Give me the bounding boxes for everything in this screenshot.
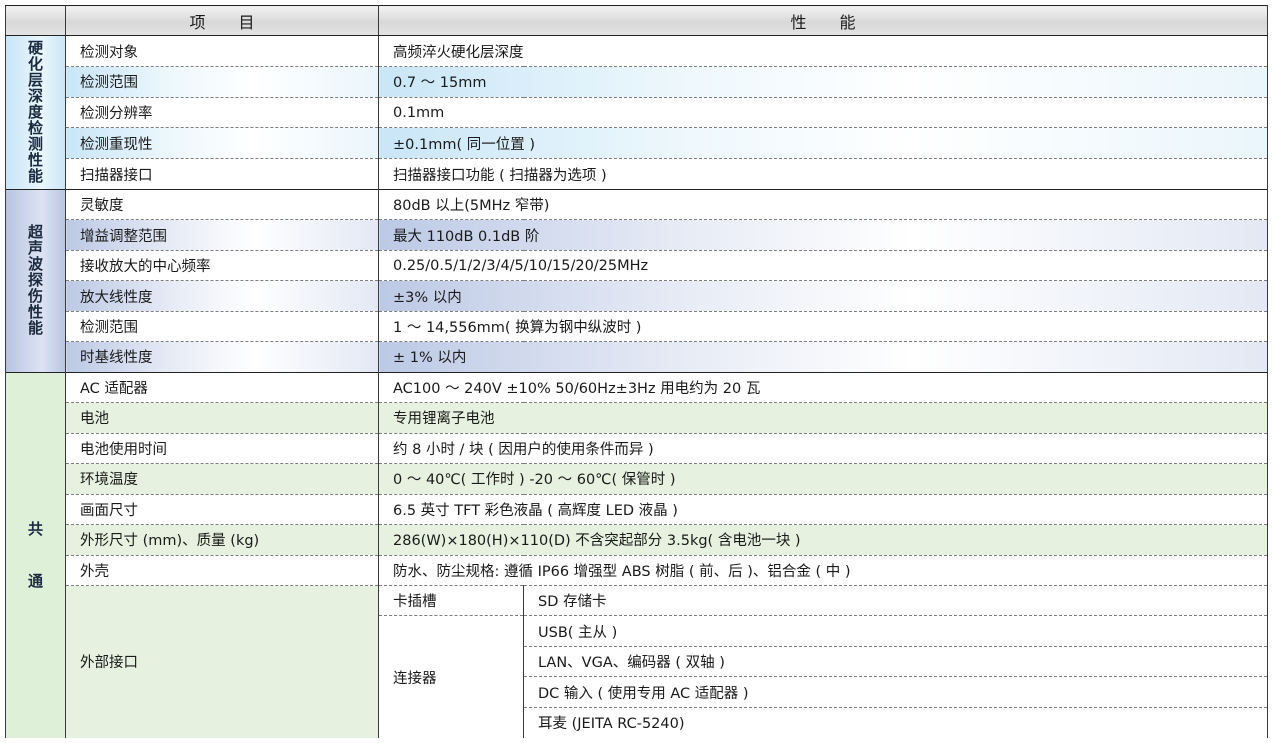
interface-item: 外部接口 <box>65 584 379 738</box>
row-value: 约 8 小时 / 块 ( 因用户的使用条件而异 ) <box>378 432 1268 464</box>
row-value: 6.5 英寸 TFT 彩色液晶 ( 高辉度 LED 液晶 ) <box>378 493 1268 525</box>
table-row: 时基线性度 ± 1% 以内 <box>6 341 1268 373</box>
row-value: ± 1% 以内 <box>378 341 1268 373</box>
row-value: 扫描器接口功能 ( 扫描器为选项 ) <box>378 158 1268 190</box>
connector-value: USB( 主从 ) <box>523 615 1268 647</box>
table-row: 检测分辨率 0.1mm <box>6 96 1268 128</box>
row-item: 电池 <box>65 402 379 434</box>
connector-value: DC 输入 ( 使用专用 AC 适配器 ) <box>523 676 1268 708</box>
row-value: 专用锂离子电池 <box>378 402 1268 434</box>
connector-label: 连接器 <box>378 615 524 738</box>
card-slot-label: 卡插槽 <box>378 584 524 616</box>
row-item: 电池使用时间 <box>65 432 379 464</box>
row-value: 0.7 ～ 15mm <box>378 66 1268 98</box>
row-value: 80dB 以上(5MHz 窄带) <box>378 188 1268 220</box>
row-item: 外壳 <box>65 554 379 586</box>
table-row: 接收放大的中心频率 0.25/0.5/1/2/3/4/5/10/15/20/25… <box>6 249 1268 281</box>
row-item: 增益调整范围 <box>65 219 379 251</box>
row-item: 检测对象 <box>65 35 379 67</box>
row-item: 放大线性度 <box>65 280 379 312</box>
row-value: 高频淬火硬化层深度 <box>378 35 1268 67</box>
row-value: ±0.1mm( 同一位置 ) <box>378 127 1268 159</box>
header-blank <box>5 4 66 37</box>
table-row: 扫描器接口 扫描器接口功能 ( 扫描器为选项 ) <box>6 158 1268 190</box>
table-row: 外部接口 卡插槽 SD 存储卡 <box>6 584 1268 738</box>
row-item: 外形尺寸 (mm)、质量 (kg) <box>65 524 379 556</box>
connector-value: 耳麦 (JEITA RC-5240) <box>523 706 1268 738</box>
table-row: 检测范围 0.7 ～ 15mm <box>6 66 1268 98</box>
spec-table: 项 目 性 能 硬化层深度检测性能 检测对象 高频淬火硬化层深度 检测范围 0.… <box>5 4 1268 738</box>
table-row: 共通 AC 适配器 AC100 ～ 240V ±10% 50/60Hz±3Hz … <box>5 371 1268 738</box>
row-item: 灵敏度 <box>65 188 379 220</box>
row-item: 检测范围 <box>65 310 379 342</box>
row-item: AC 适配器 <box>65 371 379 403</box>
row-value: 最大 110dB 0.1dB 阶 <box>378 219 1268 251</box>
row-item: 扫描器接口 <box>65 158 379 190</box>
table-row: 外形尺寸 (mm)、质量 (kg) 286(W)×180(H)×110(D) 不… <box>6 524 1268 556</box>
table-row: 电池使用时间 约 8 小时 / 块 ( 因用户的使用条件而异 ) <box>6 432 1268 464</box>
row-value: ±3% 以内 <box>378 280 1268 312</box>
header-performance: 性 能 <box>378 4 1268 37</box>
header-item: 项 目 <box>65 4 379 37</box>
row-item: 时基线性度 <box>65 341 379 373</box>
header-row: 项 目 性 能 <box>5 4 1268 37</box>
row-item: 环境温度 <box>65 463 379 495</box>
group-label-hardening: 硬化层深度检测性能 <box>5 35 66 190</box>
table-row: 硬化层深度检测性能 检测对象 高频淬火硬化层深度 <box>5 35 1268 190</box>
row-item: 画面尺寸 <box>65 493 379 525</box>
table-row: 增益调整范围 最大 110dB 0.1dB 阶 <box>6 219 1268 251</box>
row-value: 0.1mm <box>378 96 1268 128</box>
row-item: 检测范围 <box>65 66 379 98</box>
group-label-ultrasonic: 超声波探伤性能 <box>5 188 66 373</box>
row-item: 接收放大的中心频率 <box>65 249 379 281</box>
table-row: 外壳 防水、防尘规格: 遵循 IP66 增强型 ABS 树脂 ( 前、后 )、铝… <box>6 554 1268 586</box>
row-value: 0 ～ 40℃( 工作时 ) -20 ～ 60℃( 保管时 ) <box>378 463 1268 495</box>
table-row: 环境温度 0 ～ 40℃( 工作时 ) -20 ～ 60℃( 保管时 ) <box>6 463 1268 495</box>
connector-value: LAN、VGA、编码器 ( 双轴 ) <box>523 645 1268 677</box>
row-value: 0.25/0.5/1/2/3/4/5/10/15/20/25MHz <box>378 249 1268 281</box>
row-item: 检测重现性 <box>65 127 379 159</box>
table-row: 画面尺寸 6.5 英寸 TFT 彩色液晶 ( 高辉度 LED 液晶 ) <box>6 493 1268 525</box>
table-row: 放大线性度 ±3% 以内 <box>6 280 1268 312</box>
row-value: 防水、防尘规格: 遵循 IP66 增强型 ABS 树脂 ( 前、后 )、铝合金 … <box>378 554 1268 586</box>
row-value: AC100 ～ 240V ±10% 50/60Hz±3Hz 用电约为 20 瓦 <box>378 371 1268 403</box>
table-row: 检测范围 1 ～ 14,556mm( 换算为钢中纵波时 ) <box>6 310 1268 342</box>
table-row: 检测重现性 ±0.1mm( 同一位置 ) <box>6 127 1268 159</box>
row-value: 286(W)×180(H)×110(D) 不含突起部分 3.5kg( 含电池一块… <box>378 524 1268 556</box>
row-value: 1 ～ 14,556mm( 换算为钢中纵波时 ) <box>378 310 1268 342</box>
card-slot-value: SD 存储卡 <box>523 584 1268 616</box>
row-item: 检测分辨率 <box>65 96 379 128</box>
table-row: 电池 专用锂离子电池 <box>6 402 1268 434</box>
group-label-common: 共通 <box>5 371 66 738</box>
table-row: 超声波探伤性能 灵敏度 80dB 以上(5MHz 窄带) <box>5 188 1268 373</box>
